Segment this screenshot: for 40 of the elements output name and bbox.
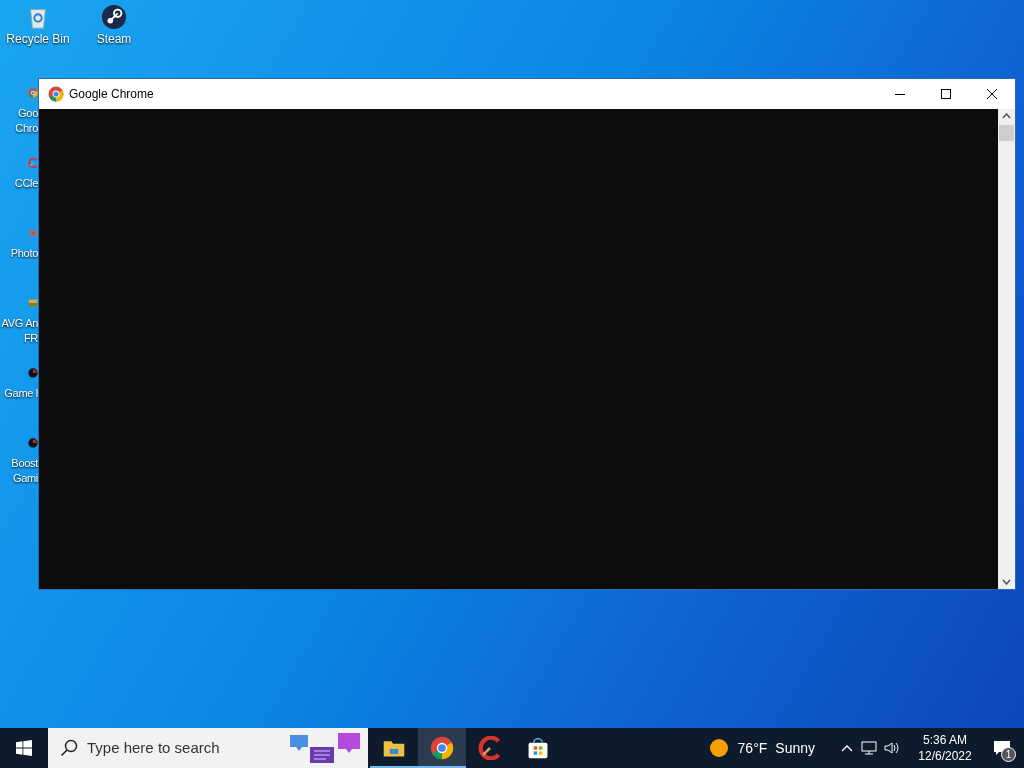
window-title: Google Chrome (69, 86, 154, 103)
desktop-icon-label[interactable]: Recycle Bin (6, 32, 70, 46)
search-box[interactable]: Type here to search (48, 728, 368, 768)
steam-icon (101, 4, 127, 30)
network-icon[interactable] (861, 741, 877, 755)
scrollbar[interactable] (998, 109, 1015, 589)
chrome-icon (430, 736, 454, 760)
weather-condition[interactable]: Sunny (775, 737, 815, 759)
volume-icon[interactable] (884, 741, 900, 755)
scroll-up-icon[interactable] (1002, 113, 1011, 119)
taskbar-app-button[interactable] (418, 728, 466, 768)
chrome-icon (48, 86, 64, 102)
desktop-icon-label[interactable]: Photo (10, 246, 38, 261)
minimize-icon (895, 93, 905, 95)
desktop-icon-label[interactable]: FR (23, 331, 38, 346)
desktop-icon-label[interactable]: Boost (11, 456, 38, 471)
temperature[interactable]: 76°F (737, 737, 768, 759)
desktop-icon-label[interactable]: Steam (96, 32, 132, 46)
store-icon (526, 736, 550, 760)
clock-date[interactable]: 12/6/2022 (918, 748, 972, 764)
desktop-icon-label[interactable]: AVG An (1, 316, 38, 331)
sun-icon (709, 739, 728, 757)
windows-icon (16, 740, 32, 756)
maximize-icon (941, 89, 951, 99)
scroll-down-icon[interactable] (1002, 579, 1011, 585)
scrollbar-thumb[interactable] (999, 125, 1014, 141)
desktop-icon-label[interactable]: Chro (15, 121, 38, 136)
notification-button[interactable]: 1 (980, 728, 1024, 768)
search-placeholder: Type here to search (87, 737, 220, 758)
notification-badge: 1 (1001, 747, 1016, 762)
desktop-icon-label[interactable]: Game l (4, 386, 38, 401)
clock-time[interactable]: 5:36 AM (923, 732, 967, 748)
search-icon (60, 739, 78, 757)
close-icon (987, 89, 997, 99)
desktop-icon-label[interactable]: Gami (12, 471, 38, 486)
desktop-icon-label[interactable]: Goo (18, 106, 38, 121)
ccleaner-icon (478, 736, 502, 760)
search-highlight-drawing (290, 733, 362, 763)
desktop-icon-label[interactable]: CCle (14, 176, 38, 191)
chevron-up-icon[interactable] (841, 744, 853, 752)
